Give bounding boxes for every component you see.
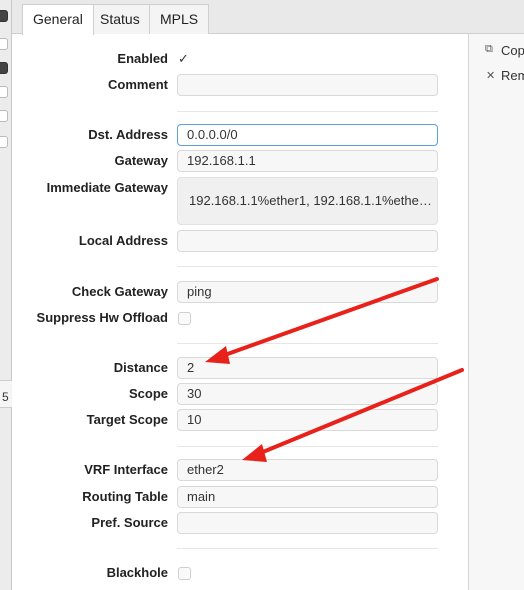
immediate-gateway-label: Immediate Gateway bbox=[46, 180, 168, 195]
route-general-form: Enabled ✓ Comment Dst. Address 0.0.0.0/0… bbox=[12, 34, 468, 590]
enabled-label: Enabled bbox=[117, 51, 168, 66]
suppress-hw-offload-label: Suppress Hw Offload bbox=[36, 310, 168, 325]
copy-label: Cop bbox=[501, 43, 524, 58]
distance-field[interactable]: 2 bbox=[177, 357, 438, 379]
side-actions-panel: ⧉ Cop ✕ Rem bbox=[468, 34, 524, 590]
copy-icon: ⧉ bbox=[485, 43, 493, 55]
enabled-checkbox[interactable]: ✓ bbox=[178, 52, 191, 65]
target-scope-field[interactable]: 10 bbox=[177, 409, 438, 431]
scope-label: Scope bbox=[128, 386, 168, 401]
background-checkbox bbox=[0, 110, 8, 122]
local-address-label: Local Address bbox=[78, 233, 168, 248]
scope-field[interactable]: 30 bbox=[177, 383, 438, 405]
tab-status[interactable]: Status bbox=[89, 4, 151, 34]
pref-source-field[interactable] bbox=[177, 512, 438, 534]
dst-address-label: Dst. Address bbox=[88, 127, 168, 142]
section-divider bbox=[177, 548, 438, 549]
background-checkbox bbox=[0, 38, 8, 50]
background-checkbox bbox=[0, 86, 8, 98]
background-checkbox bbox=[0, 136, 8, 148]
vrf-interface-label: VRF Interface bbox=[84, 462, 168, 477]
tab-bar: General Status MPLS bbox=[12, 0, 524, 35]
local-address-field[interactable] bbox=[177, 230, 438, 252]
background-checkbox-checked bbox=[0, 62, 8, 74]
comment-field[interactable] bbox=[177, 74, 438, 96]
gateway-field[interactable]: 192.168.1.1 bbox=[177, 150, 438, 172]
copy-action[interactable]: ⧉ Cop bbox=[469, 42, 524, 60]
pref-source-label: Pref. Source bbox=[91, 515, 168, 530]
tab-general[interactable]: General bbox=[22, 4, 94, 35]
section-divider bbox=[177, 266, 438, 267]
immediate-gateway-value: 192.168.1.1%ether1, 192.168.1.1%ethe… bbox=[177, 177, 438, 225]
tab-mpls[interactable]: MPLS bbox=[149, 4, 210, 34]
routing-table-label: Routing Table bbox=[82, 489, 168, 504]
section-divider bbox=[177, 446, 438, 447]
gateway-label: Gateway bbox=[114, 153, 168, 168]
background-row-number: 5 bbox=[2, 390, 9, 404]
check-gateway-label: Check Gateway bbox=[71, 284, 168, 299]
remove-action[interactable]: ✕ Rem bbox=[469, 67, 524, 85]
vrf-interface-field[interactable]: ether2 bbox=[177, 459, 438, 481]
background-toggle-icon bbox=[0, 10, 8, 22]
blackhole-label: Blackhole bbox=[106, 565, 168, 580]
remove-icon: ✕ bbox=[486, 70, 496, 82]
comment-label: Comment bbox=[108, 77, 168, 92]
background-window-strip: 5 bbox=[0, 0, 12, 590]
section-divider bbox=[177, 343, 438, 344]
suppress-hw-offload-checkbox[interactable] bbox=[178, 312, 191, 325]
target-scope-label: Target Scope bbox=[86, 412, 168, 427]
blackhole-checkbox[interactable] bbox=[178, 567, 191, 580]
routing-table-field[interactable]: main bbox=[177, 486, 438, 508]
distance-label: Distance bbox=[113, 360, 168, 375]
check-gateway-field[interactable]: ping bbox=[177, 281, 438, 303]
remove-label: Rem bbox=[501, 68, 524, 83]
section-divider bbox=[177, 111, 438, 112]
dst-address-field[interactable]: 0.0.0.0/0 bbox=[177, 124, 438, 146]
